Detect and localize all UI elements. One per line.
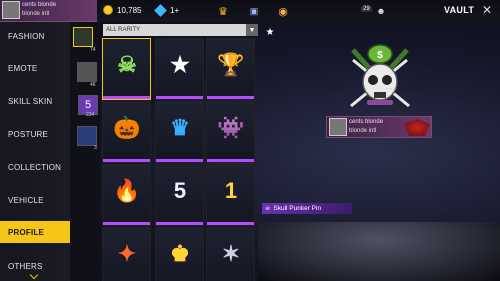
avatar-icon[interactable] — [77, 62, 97, 82]
rarity-bar — [103, 222, 150, 225]
game-vault-screen: cents blonde blonde intl 10,785 1+ ♛ ▣ ◉… — [0, 0, 500, 281]
inbox-icon[interactable]: ▣ — [246, 3, 262, 19]
grid-item[interactable]: 5 — [155, 164, 204, 226]
player-card[interactable]: cents blonde blonde intl — [0, 0, 97, 22]
banner-icon[interactable] — [77, 126, 97, 146]
pin-icon: ☠ — [265, 206, 271, 212]
skull-pin-icon: $ — [350, 44, 410, 108]
trophy-icon: 🏆 — [217, 52, 245, 77]
subcategory-count: 3 — [94, 145, 97, 151]
tag-player-line: blonde intl — [349, 128, 377, 134]
subcategory-count: 46 — [90, 82, 96, 88]
item-name: Skull Punker Pin — [273, 205, 322, 212]
rarity-bar — [207, 96, 254, 99]
grid-item[interactable]: ♚ — [155, 227, 204, 281]
star-shield-icon: ★ — [170, 52, 190, 77]
sidebar-item-profile[interactable]: PROFILE — [0, 221, 70, 243]
number-one-icon: 1 — [224, 178, 238, 203]
rarity-bar — [156, 159, 203, 162]
preview-floor — [258, 222, 500, 281]
crown-icon[interactable]: ♛ — [215, 3, 231, 19]
subcategory-column — [70, 22, 100, 281]
grid-item[interactable]: ★ — [155, 38, 204, 100]
gold-crown-icon: ♚ — [170, 241, 190, 266]
rarity-bar — [103, 96, 150, 99]
rarity-filter[interactable]: ALL RARITY ▼ — [103, 24, 258, 36]
close-icon[interactable]: ✕ — [482, 3, 492, 17]
svg-text:$: $ — [377, 50, 383, 61]
sidebar-item-emote[interactable]: EMOTE — [0, 57, 70, 79]
player-tag: blonde intl — [22, 11, 50, 17]
sidebar-item-fashion[interactable]: FASHION — [0, 25, 70, 47]
emblem-icon — [404, 119, 430, 136]
diamond-count[interactable]: 1+ — [170, 6, 179, 15]
grid-item[interactable]: ✶ — [206, 227, 255, 281]
grid-item[interactable]: 1 — [206, 164, 255, 226]
gold-coin-icon — [103, 5, 113, 15]
grid-item[interactable]: ✦ — [102, 227, 151, 281]
sidebar-item-vehicle[interactable]: VEHICLE — [0, 189, 70, 211]
item-name-label: ☠ Skull Punker Pin — [262, 203, 352, 214]
blue-crown-icon: ♛ — [170, 115, 190, 140]
level-badge: 29 — [361, 6, 372, 12]
skull-pin-icon: ☠ — [117, 52, 137, 77]
fire-icon: 🔥 — [113, 178, 141, 203]
player-icon[interactable]: ☻ — [373, 3, 389, 19]
rarity-bar — [103, 159, 150, 162]
coin-count: 10,785 — [117, 6, 142, 15]
rarity-bar — [207, 159, 254, 162]
pagination-dots: • • • — [386, 87, 396, 93]
grid-item[interactable]: 🔥 — [102, 164, 151, 226]
rarity-bar — [156, 222, 203, 225]
grid-item[interactable]: 🏆 — [206, 38, 255, 100]
chevron-down-icon[interactable]: ▼ — [246, 24, 258, 36]
item-grid: ☠ ★ 🏆 🎃 ♛ 👾 🔥 5 1 ✦ ♚ ✶ — [102, 38, 257, 281]
grid-item[interactable]: 🎃 — [102, 101, 151, 163]
rarity-filter-label: ALL RARITY — [106, 27, 141, 33]
tag-player-name: cents blonde — [349, 119, 384, 125]
page-title: VAULT — [444, 5, 475, 15]
purple-monster-icon: 👾 — [217, 115, 245, 140]
profile-tag-preview: cents blonde blonde intl — [326, 116, 432, 138]
number-five-icon: 5 — [173, 178, 187, 203]
grid-item[interactable]: ☠ — [102, 38, 151, 100]
subcategory-count: 234 — [86, 112, 95, 118]
favorite-star-icon[interactable]: ★ — [264, 26, 276, 38]
pumpkin-icon: 🎃 — [113, 115, 141, 140]
player-name: cents blonde — [22, 2, 57, 8]
rarity-bar — [156, 96, 203, 99]
subcategory-count: 74 — [90, 47, 96, 53]
event-icon[interactable]: ◉ — [275, 3, 291, 19]
sidebar-item-posture[interactable]: POSTURE — [0, 123, 70, 145]
sidebar-item-collection[interactable]: COLLECTION — [0, 156, 70, 178]
rarity-bar — [207, 222, 254, 225]
avatar — [329, 118, 347, 136]
skull-pin-icon[interactable] — [73, 27, 93, 47]
grid-item[interactable]: ♛ — [155, 101, 204, 163]
fire-wings-icon: ✦ — [117, 241, 137, 266]
star-crest-icon: ✶ — [221, 241, 241, 266]
sidebar-item-skill-skin[interactable]: SKILL SKIN — [0, 90, 70, 112]
avatar — [2, 1, 20, 19]
grid-item[interactable]: 👾 — [206, 101, 255, 163]
